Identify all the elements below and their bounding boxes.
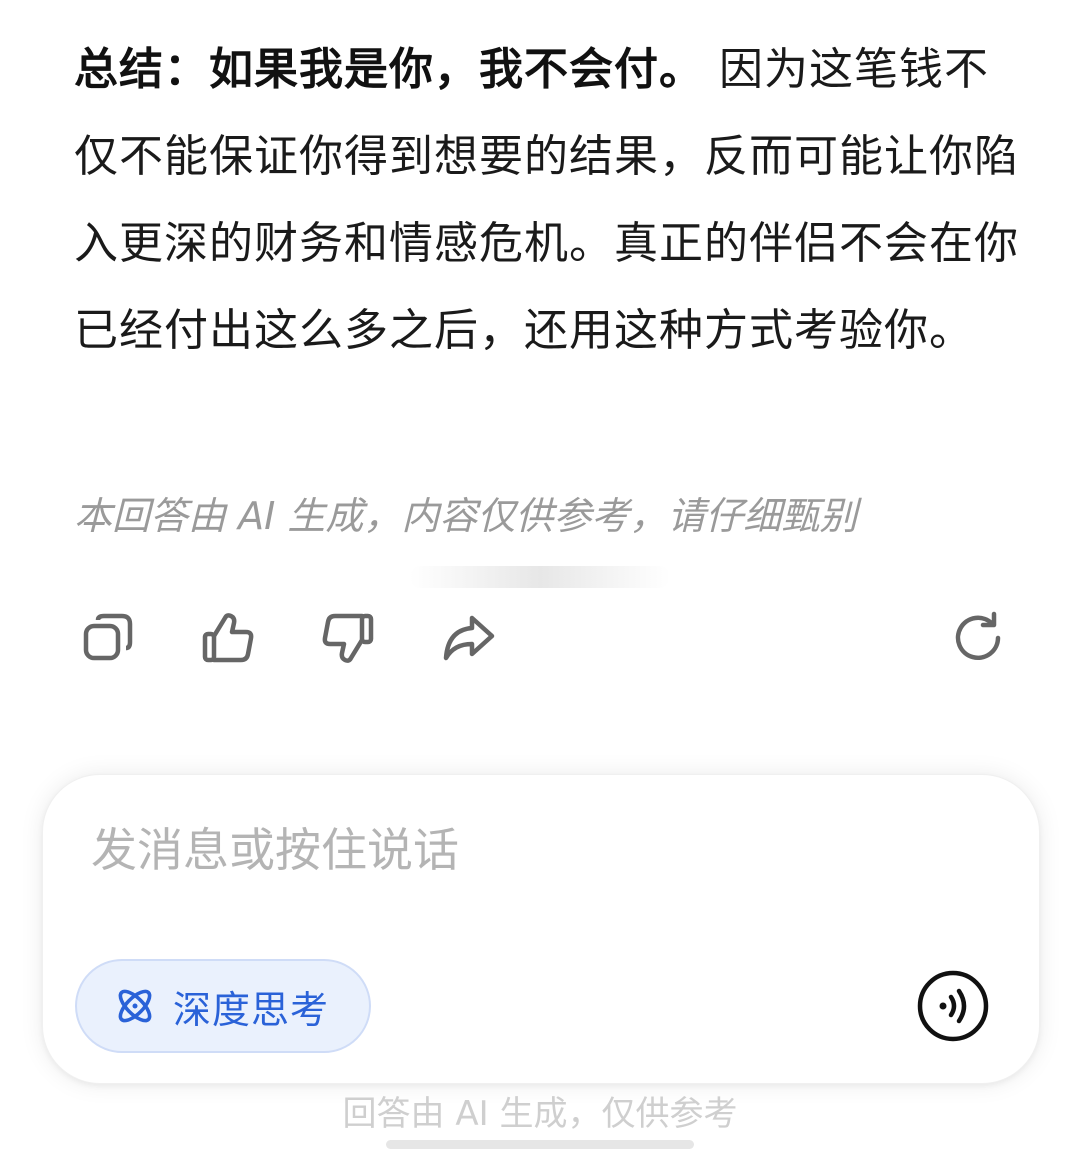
message-input[interactable] bbox=[89, 815, 909, 885]
chat-screen: 总结：如果我是你，我不会付。 因为这笔钱不仅不能保证你得到想要的结果，反而可能让… bbox=[0, 0, 1080, 1149]
deep-think-button[interactable]: 深度思考 bbox=[75, 959, 371, 1053]
assistant-answer: 总结：如果我是你，我不会付。 因为这笔钱不仅不能保证你得到想要的结果，反而可能让… bbox=[74, 26, 1024, 374]
footer-disclaimer: 回答由 AI 生成，仅供参考 bbox=[342, 1094, 738, 1134]
like-button[interactable] bbox=[190, 600, 266, 676]
voice-button[interactable] bbox=[915, 968, 991, 1044]
refresh-icon bbox=[955, 611, 1001, 660]
deep-think-label: 深度思考 bbox=[173, 987, 330, 1032]
share-button[interactable] bbox=[430, 600, 506, 676]
dislike-button[interactable] bbox=[310, 600, 386, 676]
copy-button[interactable] bbox=[70, 600, 146, 676]
share-icon bbox=[443, 615, 495, 661]
answer-action-bar bbox=[0, 600, 1080, 676]
thumbs-up-icon bbox=[202, 613, 254, 663]
voice-wave-icon bbox=[917, 970, 989, 1042]
watermark bbox=[410, 566, 670, 588]
answer-summary-bold: 总结：如果我是你，我不会付。 bbox=[74, 44, 704, 95]
regenerate-button[interactable] bbox=[940, 600, 1016, 676]
ai-disclaimer: 本回答由 AI 生成，内容仅供参考，请仔细甄别 bbox=[74, 494, 858, 538]
atom-icon bbox=[118, 989, 152, 1023]
message-composer: 深度思考 bbox=[42, 774, 1040, 1084]
home-indicator[interactable] bbox=[386, 1140, 694, 1149]
copy-icon bbox=[83, 613, 133, 661]
thumbs-down-icon bbox=[322, 613, 374, 663]
